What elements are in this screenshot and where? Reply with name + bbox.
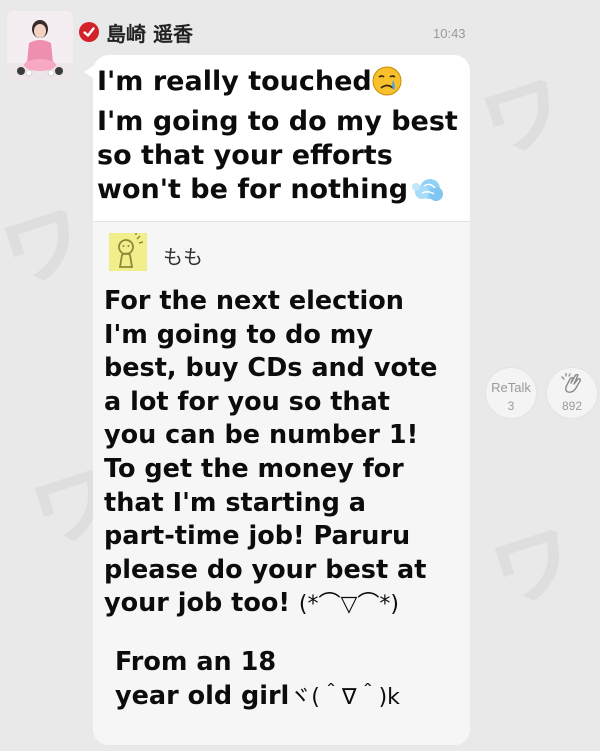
verified-badge-icon: [79, 22, 99, 42]
message-line: won't be for nothing: [97, 173, 469, 213]
retalk-count: 3: [507, 399, 515, 413]
avatar-photo: [7, 11, 73, 81]
author-name[interactable]: 島崎 遥香: [106, 18, 193, 47]
quote-line: you can be number 1!: [104, 420, 419, 451]
clapping-hands-icon: [561, 372, 585, 400]
quote-line: part-time job! Paruru: [104, 521, 411, 552]
quote-line: that I'm starting a: [104, 487, 366, 518]
dash-cloud-icon: [408, 174, 444, 213]
quote-line: a lot for you so that: [104, 386, 390, 417]
clap-button[interactable]: 892: [546, 367, 598, 419]
quoted-message[interactable]: もも For the next election I'm going to do…: [93, 221, 470, 745]
message-bubble: I'm really touched I'm going to do my be…: [93, 55, 470, 745]
post-timestamp: 10:43: [433, 26, 466, 41]
clap-count: 892: [561, 399, 583, 413]
signature-line: From an 18: [115, 647, 277, 677]
message-line: I'm really touched: [97, 65, 469, 105]
quote-line: your job too! (*⌒▽⌒*): [104, 588, 399, 619]
quote-author-avatar[interactable]: [109, 233, 147, 271]
background-watermark: ヮ: [457, 39, 584, 176]
quote-line: To get the money for: [104, 453, 404, 484]
quote-body: For the next election I'm going to do my…: [104, 285, 466, 622]
message-line: so that your efforts: [97, 140, 393, 171]
background-watermark: ヮ: [0, 169, 104, 306]
message-line: I'm going to do my best: [97, 106, 458, 137]
quote-signature: From an 18 year old girlヾ(＾∇＾)k: [115, 646, 400, 714]
quote-line: best, buy CDs and vote: [104, 353, 438, 384]
quote-author-name[interactable]: もも: [163, 241, 203, 270]
kaomoji: (*⌒▽⌒*): [298, 592, 399, 618]
quote-line: please do your best at: [104, 554, 427, 585]
quote-line: For the next election: [104, 286, 404, 316]
retalk-button[interactable]: ReTalk 3: [485, 367, 537, 419]
retalk-label: ReTalk: [491, 380, 531, 395]
signature-line: year old girlヾ(＾∇＾)k: [115, 680, 400, 711]
crying-face-icon: [372, 66, 402, 105]
quote-line: I'm going to do my: [104, 319, 373, 350]
message-text: I'm really touched I'm going to do my be…: [97, 65, 469, 213]
signature-kaomoji: ヾ(＾∇＾)k: [289, 684, 400, 710]
background-watermark: ヮ: [467, 489, 594, 626]
author-avatar[interactable]: [7, 11, 73, 81]
